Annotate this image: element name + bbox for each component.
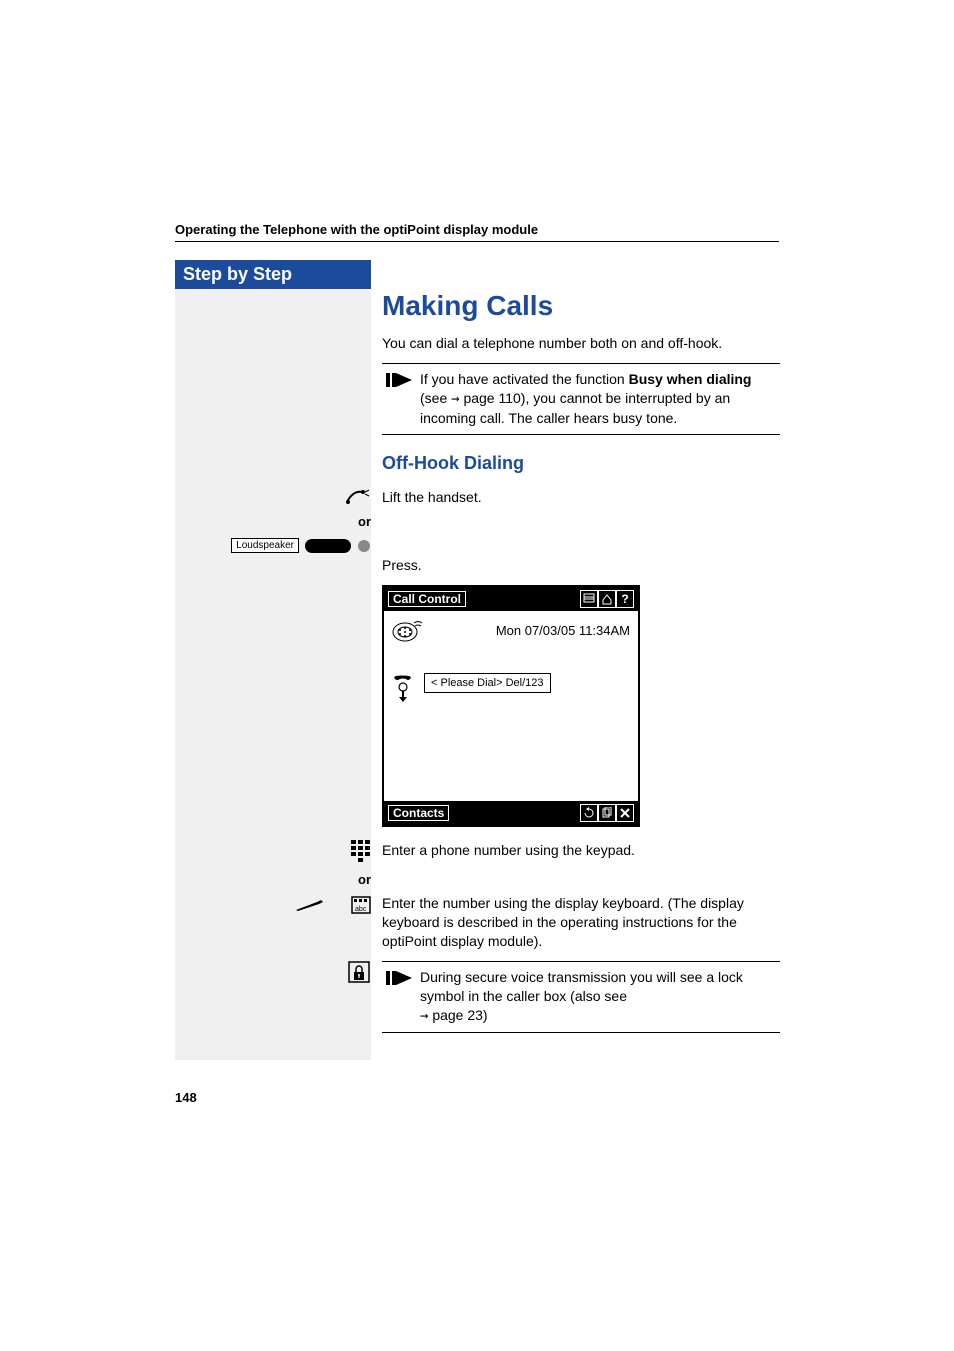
keypad-icon (351, 840, 371, 862)
svg-text:abc: abc (355, 906, 367, 913)
lock-icon (347, 960, 371, 984)
list-icon[interactable] (598, 804, 616, 822)
note-busy-when-dialing: If you have activated the function Busy … (382, 363, 780, 435)
intro-text: You can dial a telephone number both on … (382, 334, 780, 353)
pd-title: Call Control (388, 591, 466, 607)
note-secure-voice: During secure voice transmission you wil… (382, 961, 780, 1033)
note1-pre: If you have activated the function (420, 371, 629, 387)
page-number: 148 (175, 1090, 197, 1105)
handset-lift-icon (345, 488, 371, 506)
contacts-button[interactable]: Contacts (388, 805, 449, 821)
redial-icon[interactable] (580, 804, 598, 822)
handset-download-icon (392, 673, 414, 701)
text-displaykb: Enter the number using the display keybo… (382, 894, 780, 951)
pd-dial-field[interactable]: < Please Dial> Del/123 (424, 673, 551, 693)
help-icon[interactable]: ? (616, 590, 634, 608)
heading-making-calls: Making Calls (382, 290, 780, 322)
heading-off-hook: Off-Hook Dialing (382, 453, 780, 474)
sidebar-title: Step by Step (175, 260, 371, 289)
note1-bold: Busy when dialing (629, 371, 752, 387)
close-icon[interactable] (616, 804, 634, 822)
pd-titlebar: Call Control ? (384, 587, 638, 611)
pd-bottombar: Contacts (384, 801, 638, 825)
note2-pageref: page 23) (428, 1007, 487, 1023)
note1-pageref: page 110), you cannot be interrupted by … (420, 390, 730, 426)
loudspeaker-key-label: Loudspeaker (231, 538, 299, 553)
phone-display: Call Control ? (382, 585, 640, 827)
text-press: Press. (382, 556, 780, 575)
text-keypad: Enter a phone number using the keypad. (382, 841, 780, 860)
arrow-icon: → (451, 391, 459, 407)
display-keyboard-icon: abc (351, 896, 371, 914)
keyboard-icon[interactable] (580, 590, 598, 608)
note2-text: During secure voice transmission you wil… (420, 969, 743, 1004)
or-label: or (358, 514, 371, 529)
note-arrow-icon (386, 968, 414, 988)
text-lift: Lift the handset. (382, 488, 780, 507)
main-content: Making Calls You can dial a telephone nu… (382, 290, 780, 1039)
or-label: or (358, 872, 371, 887)
pd-body: Mon 07/03/05 11:34AM < Please Dial> Del/… (384, 611, 638, 801)
stylus-icon (295, 898, 325, 912)
note-arrow-icon (386, 370, 414, 390)
function-key-icon (305, 539, 371, 553)
pd-timestamp: Mon 07/03/05 11:34AM (496, 623, 630, 638)
speaker-icon (392, 617, 426, 643)
home-icon[interactable] (598, 590, 616, 608)
step-sidebar: Step by Step (175, 260, 371, 1060)
note1-post1: (see (420, 390, 451, 406)
page-header: Operating the Telephone with the optiPoi… (175, 222, 779, 242)
